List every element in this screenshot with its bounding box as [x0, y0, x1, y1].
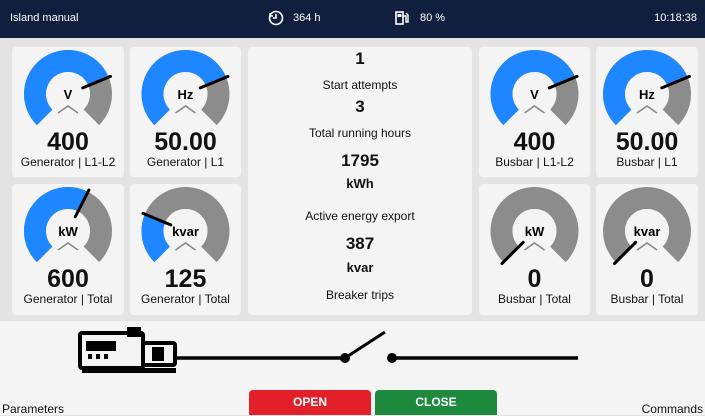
counters-panel: 1 Start attempts 3 Total running hours 1… — [248, 47, 472, 315]
gauge-dial: Hz — [603, 49, 691, 126]
running-hours-total-label: Total running hours — [308, 126, 412, 140]
gauge-dial: V — [490, 49, 579, 126]
start-attempts-value: 1 — [355, 49, 365, 68]
gauge-value: 125 — [164, 265, 207, 293]
gauge-subtitle: Generator | L1 — [146, 155, 225, 169]
gauge-subtitle: Busbar | Total — [498, 292, 571, 306]
status-bar: Island manual 364 h 80 % 10:18:38 — [0, 0, 705, 38]
gauge-value: 0 — [640, 265, 654, 293]
gauge-dial: Hz — [141, 49, 230, 126]
start-attempts-label: Start attempts — [322, 78, 398, 92]
gauge-dial: V — [24, 50, 113, 126]
busbar-reactive-power-gauge[interactable]: kvar 0 Busbar | Total — [596, 184, 698, 315]
open-breaker-button[interactable]: OPEN — [249, 390, 371, 415]
clock: 10:18:38 — [654, 12, 697, 24]
single-line-diagram-drawing — [78, 327, 578, 373]
gauge-subtitle: Generator | Total — [141, 292, 230, 306]
gauge-label: kvar — [172, 224, 199, 239]
reactive-energy-unit: kvar — [346, 260, 374, 275]
running-hours-total-value: 3 — [355, 97, 365, 116]
generator-icon[interactable] — [78, 327, 177, 373]
gauge-value: 50.00 — [615, 128, 679, 156]
fuel-level-value: 80 % — [420, 12, 446, 24]
gauge-dial: kW — [490, 187, 579, 266]
close-breaker-button[interactable]: CLOSE — [375, 390, 497, 415]
breaker-contact[interactable] — [344, 330, 386, 360]
reactive-energy-value: 387 — [345, 234, 375, 253]
fuel-pump-icon — [395, 11, 409, 25]
generator-active-power-gauge[interactable]: kW 600 Generator | Total — [12, 184, 124, 315]
generator-frequency-gauge[interactable]: Hz 50.00 Generator | L1 — [130, 47, 241, 177]
busbar-frequency-gauge[interactable]: Hz 50.00 Busbar | L1 — [596, 47, 698, 177]
parameters-link[interactable]: Parameters — [2, 402, 64, 416]
gauge-dial: kW — [23, 187, 113, 263]
mode-label: Island manual — [10, 12, 79, 24]
gauge-value: 0 — [527, 265, 542, 293]
gauge-subtitle: Busbar | Total — [610, 292, 684, 306]
generator-voltage-gauge[interactable]: V 400 Generator | L1-L2 — [12, 47, 124, 177]
running-hours-value: 364 h — [293, 12, 321, 24]
busbar-voltage-gauge[interactable]: V 400 Busbar | L1-L2 — [479, 47, 590, 177]
gauge-dial: kvar — [603, 187, 691, 266]
gauge-dial: kvar — [141, 187, 230, 263]
commands-link[interactable]: Commands — [642, 402, 703, 416]
energy-export-label: Active energy export — [305, 209, 415, 223]
gauge-label: kvar — [634, 224, 661, 239]
busbar-active-power-gauge[interactable]: kW 0 Busbar | Total — [479, 184, 590, 315]
gauge-value: 600 — [47, 265, 89, 293]
gauge-subtitle: Generator | Total — [23, 292, 113, 306]
gauge-value: 400 — [513, 128, 556, 156]
gauge-label: V — [530, 87, 539, 102]
gauge-label: V — [64, 87, 73, 102]
gauge-label: kW — [58, 224, 78, 239]
energy-export-unit: kWh — [346, 176, 374, 191]
gauge-subtitle: Busbar | L1-L2 — [495, 155, 574, 169]
generator-reactive-power-gauge[interactable]: kvar 125 Generator | Total — [130, 184, 241, 315]
gauge-subtitle: Busbar | L1 — [616, 155, 678, 169]
energy-export-value: 1795 — [341, 151, 379, 170]
gauge-subtitle: Generator | L1-L2 — [20, 155, 116, 169]
gauge-value: 400 — [47, 128, 89, 156]
gauge-label: Hz — [178, 87, 194, 102]
breaker-trips-label: Breaker trips — [325, 288, 395, 302]
running-hours-icon — [268, 10, 284, 26]
gauge-label: kW — [525, 224, 545, 239]
gauge-value: 50.00 — [154, 128, 217, 156]
gauge-label: Hz — [639, 87, 655, 102]
